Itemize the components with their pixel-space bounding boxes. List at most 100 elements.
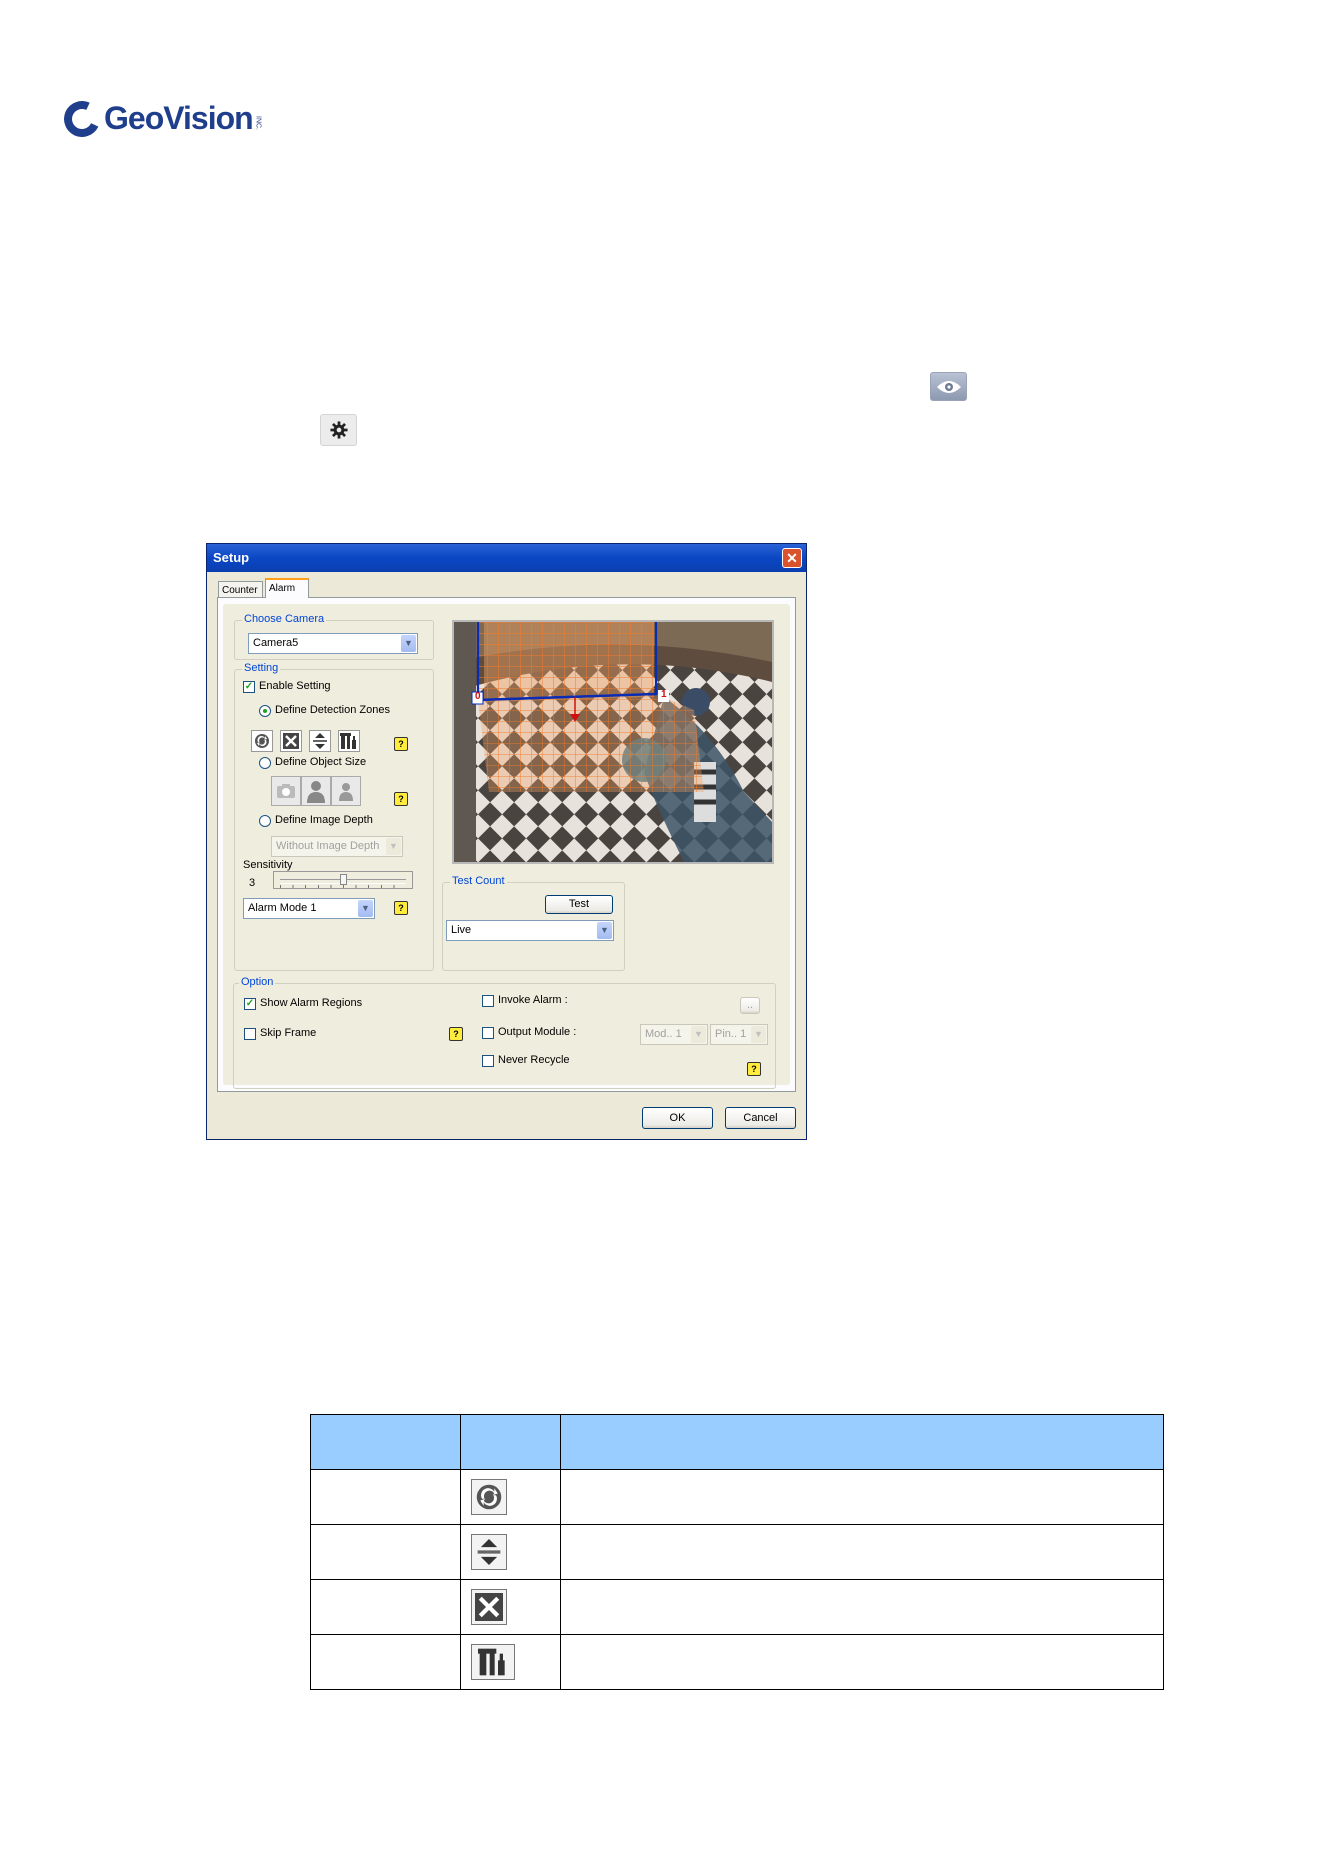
geovision-logo: GeoVision INC. <box>58 95 262 142</box>
sensitivity-slider[interactable] <box>273 871 413 889</box>
chevron-down-icon[interactable]: ▼ <box>386 838 401 855</box>
logo-tm: INC. <box>254 115 262 130</box>
tab-alarm[interactable]: Alarm <box>265 578 309 598</box>
table-cell <box>310 1579 461 1635</box>
never-recycle-checkbox[interactable] <box>482 1055 494 1067</box>
setup-dialog: Setup ✕ Counter Alarm Choose Camera Came… <box>206 543 807 1140</box>
zone-label-1: 1 <box>661 689 667 700</box>
chevron-down-icon[interactable]: ▼ <box>358 900 373 917</box>
choose-camera-title: Choose Camera <box>242 613 327 625</box>
show-alarm-regions-checkbox[interactable]: ✓ <box>244 998 256 1010</box>
camera-select[interactable]: Camera5 ▼ <box>248 633 418 654</box>
ok-button[interactable]: OK <box>642 1107 713 1129</box>
rotate-icon <box>471 1479 507 1515</box>
setting-title: Setting <box>242 662 281 674</box>
module-select-value: Mod.. 1 <box>645 1028 682 1040</box>
test-count-group: Test Count Test Live ▼ <box>442 875 625 971</box>
test-source-value: Live <box>451 924 472 936</box>
choose-camera-group: Choose Camera Camera5 ▼ <box>234 613 434 660</box>
pin-select-value: Pin.. 1 <box>715 1028 747 1040</box>
test-button[interactable]: Test <box>545 895 613 914</box>
zone-label-0: 0 <box>475 691 481 702</box>
view-eye-icon <box>930 372 967 401</box>
table-cell <box>560 1634 1164 1690</box>
setting-group: Setting ✓ Enable Setting Define Detectio… <box>234 662 434 971</box>
cancel-button[interactable]: Cancel <box>725 1107 796 1129</box>
output-module-checkbox[interactable] <box>482 1027 494 1039</box>
output-help-icon[interactable]: ? <box>747 1062 761 1076</box>
table-header-cell <box>310 1414 461 1470</box>
alarm-mode-value: Alarm Mode 1 <box>248 902 317 914</box>
skip-frame-help-icon[interactable]: ? <box>449 1027 463 1041</box>
person-large-button[interactable] <box>301 776 331 806</box>
table-header-cell <box>560 1414 1164 1470</box>
define-object-size-label: Define Object Size <box>275 756 367 768</box>
adjust-arrows-icon <box>471 1534 507 1570</box>
table-row <box>310 1524 1164 1580</box>
never-recycle-label: Never Recycle <box>498 1054 570 1066</box>
delete-zone-button[interactable] <box>280 730 302 752</box>
option-title: Option <box>239 976 276 988</box>
icon-legend-table <box>310 1414 1164 1690</box>
define-image-depth-radio[interactable] <box>259 815 271 827</box>
table-cell <box>310 1469 461 1525</box>
image-depth-select[interactable]: Without Image Depth ▼ <box>271 836 403 857</box>
alarm-mode-select[interactable]: Alarm Mode 1 ▼ <box>243 898 375 919</box>
table-row <box>310 1469 1164 1525</box>
pin-select[interactable]: Pin.. 1 ▼ <box>710 1024 768 1045</box>
table-cell <box>460 1469 561 1525</box>
chevron-down-icon[interactable]: ▼ <box>401 635 416 652</box>
table-cell <box>310 1634 461 1690</box>
adjust-zone-button[interactable] <box>309 730 331 752</box>
gear-icon <box>320 414 357 446</box>
table-cell <box>460 1524 561 1580</box>
chevron-down-icon[interactable]: ▼ <box>751 1026 766 1043</box>
chevron-down-icon[interactable]: ▼ <box>691 1026 706 1043</box>
define-detection-zones-label: Define Detection Zones <box>275 704 390 716</box>
alarm-mode-help-icon[interactable]: ? <box>394 901 408 915</box>
invoke-alarm-checkbox[interactable] <box>482 995 494 1007</box>
test-source-select[interactable]: Live ▼ <box>446 920 614 941</box>
delete-icon <box>471 1589 507 1625</box>
skip-frame-label: Skip Frame <box>260 1027 317 1039</box>
logo-mark-icon <box>58 95 106 142</box>
define-object-size-radio[interactable] <box>259 757 271 769</box>
table-row <box>310 1579 1164 1635</box>
dialog-title: Setup <box>213 550 250 565</box>
settings-tool-icon <box>471 1644 515 1680</box>
define-detection-zones-radio[interactable] <box>259 705 271 717</box>
object-size-help-icon[interactable]: ? <box>394 792 408 806</box>
table-header-row <box>310 1414 1164 1470</box>
object-size-capture-button[interactable] <box>271 776 301 806</box>
slider-ticks <box>280 885 406 888</box>
invoke-alarm-browse-button[interactable]: .. <box>740 997 760 1014</box>
module-select[interactable]: Mod.. 1 ▼ <box>640 1024 708 1045</box>
table-cell <box>560 1579 1164 1635</box>
invoke-alarm-label: Invoke Alarm : <box>498 994 568 1006</box>
settings-tool-button[interactable] <box>338 730 360 752</box>
table-header-cell <box>460 1414 561 1470</box>
table-cell <box>460 1634 561 1690</box>
option-group: Option ✓ Show Alarm Regions Skip Frame ?… <box>233 976 776 1089</box>
person-small-button[interactable] <box>331 776 361 806</box>
camera-preview[interactable]: 0 1 <box>452 620 774 864</box>
rotate-zone-button[interactable] <box>251 730 273 752</box>
dialog-titlebar: Setup ✕ <box>207 544 806 572</box>
table-cell <box>560 1469 1164 1525</box>
close-button[interactable]: ✕ <box>782 548 802 568</box>
define-image-depth-label: Define Image Depth <box>275 814 373 826</box>
output-module-label: Output Module : <box>498 1026 577 1038</box>
table-row <box>310 1634 1164 1690</box>
sensitivity-label: Sensitivity <box>243 859 293 871</box>
sensitivity-value: 3 <box>249 877 256 889</box>
detection-zones-help-icon[interactable]: ? <box>394 737 408 751</box>
alarm-tab-panel: Choose Camera Camera5 ▼ Setting ✓ Enable… <box>217 597 796 1092</box>
chevron-down-icon[interactable]: ▼ <box>597 922 612 939</box>
enable-setting-label: Enable Setting <box>259 680 331 692</box>
enable-setting-checkbox[interactable]: ✓ <box>243 681 255 693</box>
table-cell <box>460 1579 561 1635</box>
slider-thumb[interactable] <box>340 874 347 885</box>
camera-select-value: Camera5 <box>253 637 299 649</box>
skip-frame-checkbox[interactable] <box>244 1028 256 1040</box>
logo-text: GeoVision <box>104 100 254 136</box>
